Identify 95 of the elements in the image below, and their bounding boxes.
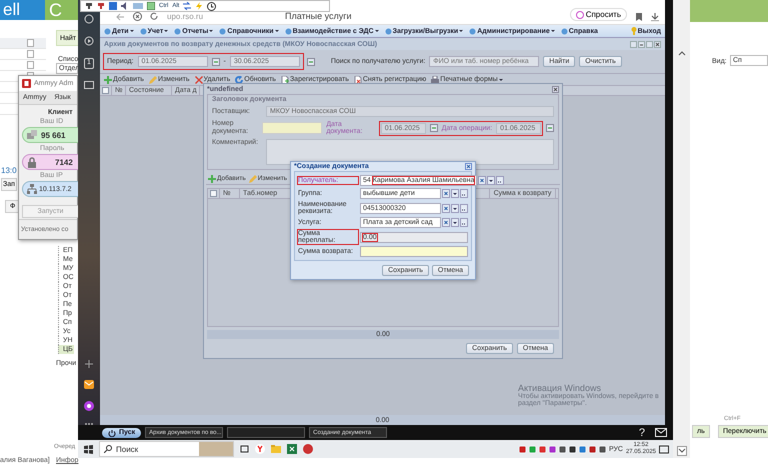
clear-icon[interactable] — [478, 176, 486, 185]
caret-icon — [130, 29, 134, 33]
chat-icon — [576, 10, 584, 18]
menu-item-icon — [140, 28, 147, 34]
menu-item-icon — [560, 28, 568, 34]
menu-item-icon — [469, 28, 476, 34]
more-icon[interactable] — [496, 176, 504, 185]
app-logo-icon — [22, 79, 31, 88]
delete-icon — [194, 76, 203, 84]
search-illustration — [199, 442, 233, 456]
caret-icon[interactable] — [487, 176, 496, 185]
checkbox[interactable] — [210, 190, 217, 197]
close-icon[interactable] — [133, 12, 142, 21]
browser-icon[interactable] — [255, 444, 265, 454]
network-icon — [27, 184, 37, 194]
search-field[interactable]: Поиск — [99, 441, 234, 457]
key-icon — [630, 27, 637, 35]
more-icon[interactable] — [460, 218, 468, 227]
checkbox[interactable] — [102, 87, 109, 94]
document-icon — [354, 76, 362, 84]
more-icon[interactable] — [460, 204, 468, 212]
grid-icon — [147, 2, 155, 10]
clear-icon[interactable] — [442, 189, 450, 198]
clear-icon[interactable] — [442, 218, 450, 227]
caret-icon — [550, 29, 555, 33]
reload-icon[interactable] — [150, 12, 159, 21]
menu-item-icon — [284, 28, 292, 34]
number-field[interactable] — [262, 122, 322, 134]
scroll-up-icon[interactable] — [678, 50, 686, 57]
assistant-icon[interactable] — [84, 401, 94, 411]
close-icon[interactable] — [465, 162, 472, 170]
plug-icon — [85, 2, 93, 10]
calendar-icon[interactable] — [306, 58, 315, 66]
password-field: 7142 — [22, 154, 79, 170]
caret-icon — [459, 29, 464, 33]
header-title: C — [45, 0, 80, 20]
task-view-icon[interactable] — [240, 445, 249, 453]
amount-field[interactable] — [360, 246, 468, 257]
mail-icon[interactable] — [84, 380, 94, 389]
lock-icon — [27, 156, 37, 168]
plug-icon — [97, 2, 105, 10]
close-icon[interactable] — [654, 40, 661, 48]
caret-icon[interactable] — [451, 218, 459, 227]
scroll-down-icon[interactable] — [676, 446, 686, 456]
plus-icon — [104, 76, 112, 84]
caret-icon — [209, 29, 214, 33]
comment-field[interactable] — [266, 139, 554, 165]
help-button[interactable]: ? — [632, 426, 651, 440]
clear-icon[interactable] — [442, 204, 450, 212]
refresh-icon — [235, 76, 244, 84]
screen-icon[interactable] — [84, 81, 94, 90]
speaker-icon — [121, 2, 129, 10]
computers-icon — [27, 130, 37, 140]
id-field: 95 661 — [22, 127, 79, 143]
app-icon[interactable] — [303, 444, 313, 454]
more-icon[interactable] — [460, 189, 468, 198]
menu-item-icon — [219, 28, 226, 34]
caret-icon — [274, 29, 279, 33]
notification-icon[interactable] — [659, 444, 669, 454]
ask-button[interactable]: Спросить — [570, 8, 627, 21]
download-icon[interactable] — [651, 13, 659, 21]
caret-icon — [164, 29, 168, 33]
minimize-icon[interactable] — [638, 40, 645, 48]
menu-item-icon — [104, 28, 111, 34]
caret-icon[interactable] — [451, 189, 459, 198]
spreadsheet-icon[interactable] — [287, 444, 297, 454]
activation-title: Активация Windows — [518, 383, 601, 393]
clock-icon — [207, 2, 216, 10]
bookmark-icon[interactable] — [635, 13, 643, 21]
page-title: Платные услуги — [285, 11, 353, 21]
screen-icon — [133, 2, 143, 10]
menu-item-icon — [174, 28, 182, 34]
history-icon[interactable] — [84, 14, 94, 24]
calendar-icon[interactable] — [212, 58, 220, 66]
document-plus-icon — [280, 76, 289, 84]
lightning-icon — [195, 2, 204, 10]
search-icon — [104, 445, 112, 453]
panel-icon — [109, 2, 117, 10]
arrows-icon — [183, 2, 192, 10]
printer-icon — [431, 76, 440, 84]
plus-icon[interactable] — [85, 360, 93, 368]
logo-text: ell — [0, 0, 45, 20]
calendar-icon[interactable] — [546, 124, 554, 132]
menu-item-icon — [384, 28, 392, 34]
mail-icon[interactable] — [655, 428, 667, 437]
caret-icon[interactable] — [451, 204, 459, 212]
power-icon — [108, 428, 116, 436]
close-icon[interactable] — [552, 86, 559, 92]
play-icon[interactable] — [84, 36, 94, 46]
caret-icon — [374, 29, 379, 33]
calendar-icon[interactable] — [430, 124, 438, 132]
plus-icon — [208, 174, 216, 182]
time-text: 13:0 — [1, 166, 17, 175]
pencil-icon — [248, 174, 257, 182]
windows-icon[interactable] — [84, 444, 93, 454]
